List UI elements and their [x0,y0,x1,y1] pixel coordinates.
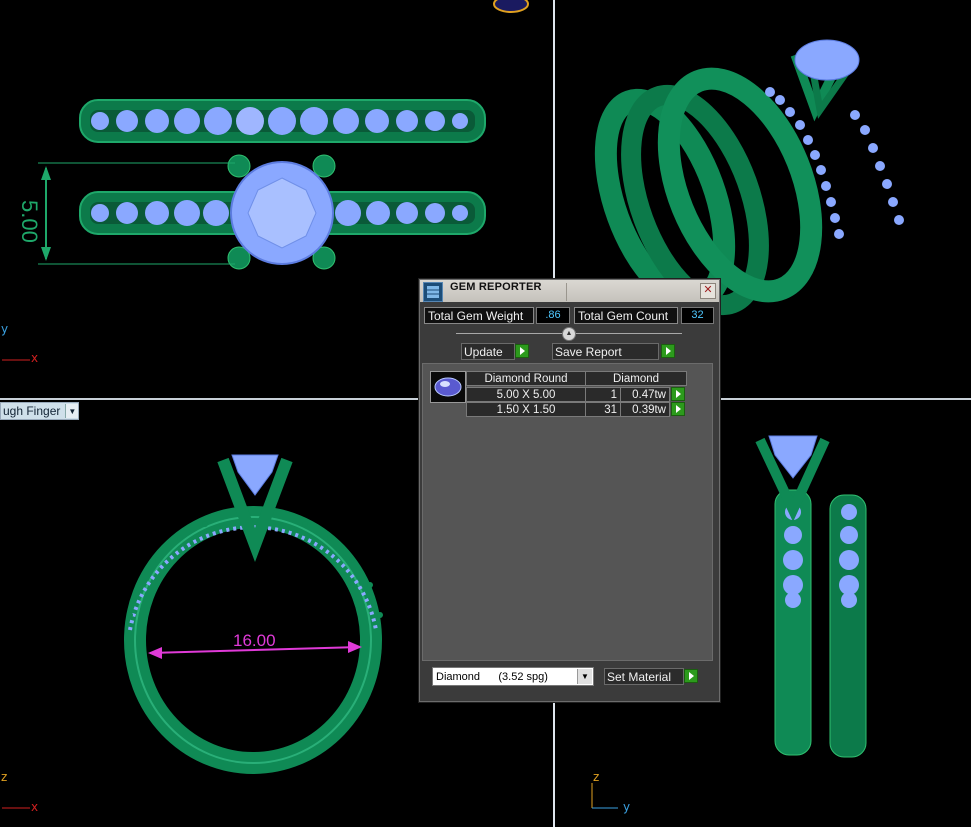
column-header-shape: Diamond Round [466,371,586,386]
chevron-down-icon[interactable]: ▼ [65,404,79,418]
gem-list-area[interactable]: Diamond Round Diamond 5.00 X 5.00 1 0.47… [422,363,713,661]
total-gem-count-label: Total Gem Count [574,307,678,324]
side-band-stones [783,504,859,608]
gem-reporter-panel[interactable]: GEM REPORTER ✕ Total Gem Weight .86 Tota… [418,278,721,703]
axis-z-label-side: z [593,770,600,784]
dimension-16mm: 16.00 [233,631,276,650]
gem-reporter-title: GEM REPORTER [450,281,542,293]
gem-reporter-titlebar[interactable]: GEM REPORTER ✕ [420,280,719,302]
total-gem-weight-value: .86 [536,307,570,324]
axis-x-label-front: x [31,800,39,814]
set-material-button[interactable]: Set Material [604,668,684,685]
round-diamond-icon [430,371,466,403]
material-select-value: Diamond (3.52 spg) [436,671,548,683]
update-button[interactable]: Update [461,343,515,360]
finger-dropdown[interactable]: ugh Finger ▼ [0,402,80,420]
dimension-5mm: 5.00 [17,200,42,243]
axis-y-label-side: y [623,800,631,814]
gem-row-2-weight: 0.39tw [620,402,670,417]
material-select[interactable]: Diamond (3.52 spg) ▼ [432,667,594,686]
column-header-material: Diamond [585,371,687,386]
panel-slider-knob[interactable]: ▲ [562,327,576,341]
title-separator [566,283,567,301]
update-go-icon[interactable] [515,344,529,358]
axis-z-label: z [1,770,8,784]
total-gem-weight-label: Total Gem Weight [424,307,534,324]
perspective-center-stone [794,39,860,81]
close-icon[interactable]: ✕ [700,283,716,299]
gem-reporter-app-icon [423,282,443,302]
gem-row-1-go-icon[interactable] [671,387,685,401]
gem-row-1-weight: 0.47tw [620,387,670,402]
axis-y-label: y [1,322,9,336]
gem-row-2-go-icon[interactable] [671,402,685,416]
save-report-go-icon[interactable] [661,344,675,358]
gem-row-2-count: 31 [585,402,621,417]
perspective-band-stones [765,87,904,239]
chevron-down-icon[interactable]: ▼ [577,669,592,684]
total-gem-count-value: 32 [681,307,714,324]
finger-dropdown-value: ugh Finger [3,404,61,418]
set-material-go-icon[interactable] [684,669,698,683]
gem-row-1-size: 5.00 X 5.00 [466,387,586,402]
axis-x-label: x [31,351,39,365]
save-report-button[interactable]: Save Report [552,343,659,360]
gem-row-2-size: 1.50 X 1.50 [466,402,586,417]
gem-row-1-count: 1 [585,387,621,402]
